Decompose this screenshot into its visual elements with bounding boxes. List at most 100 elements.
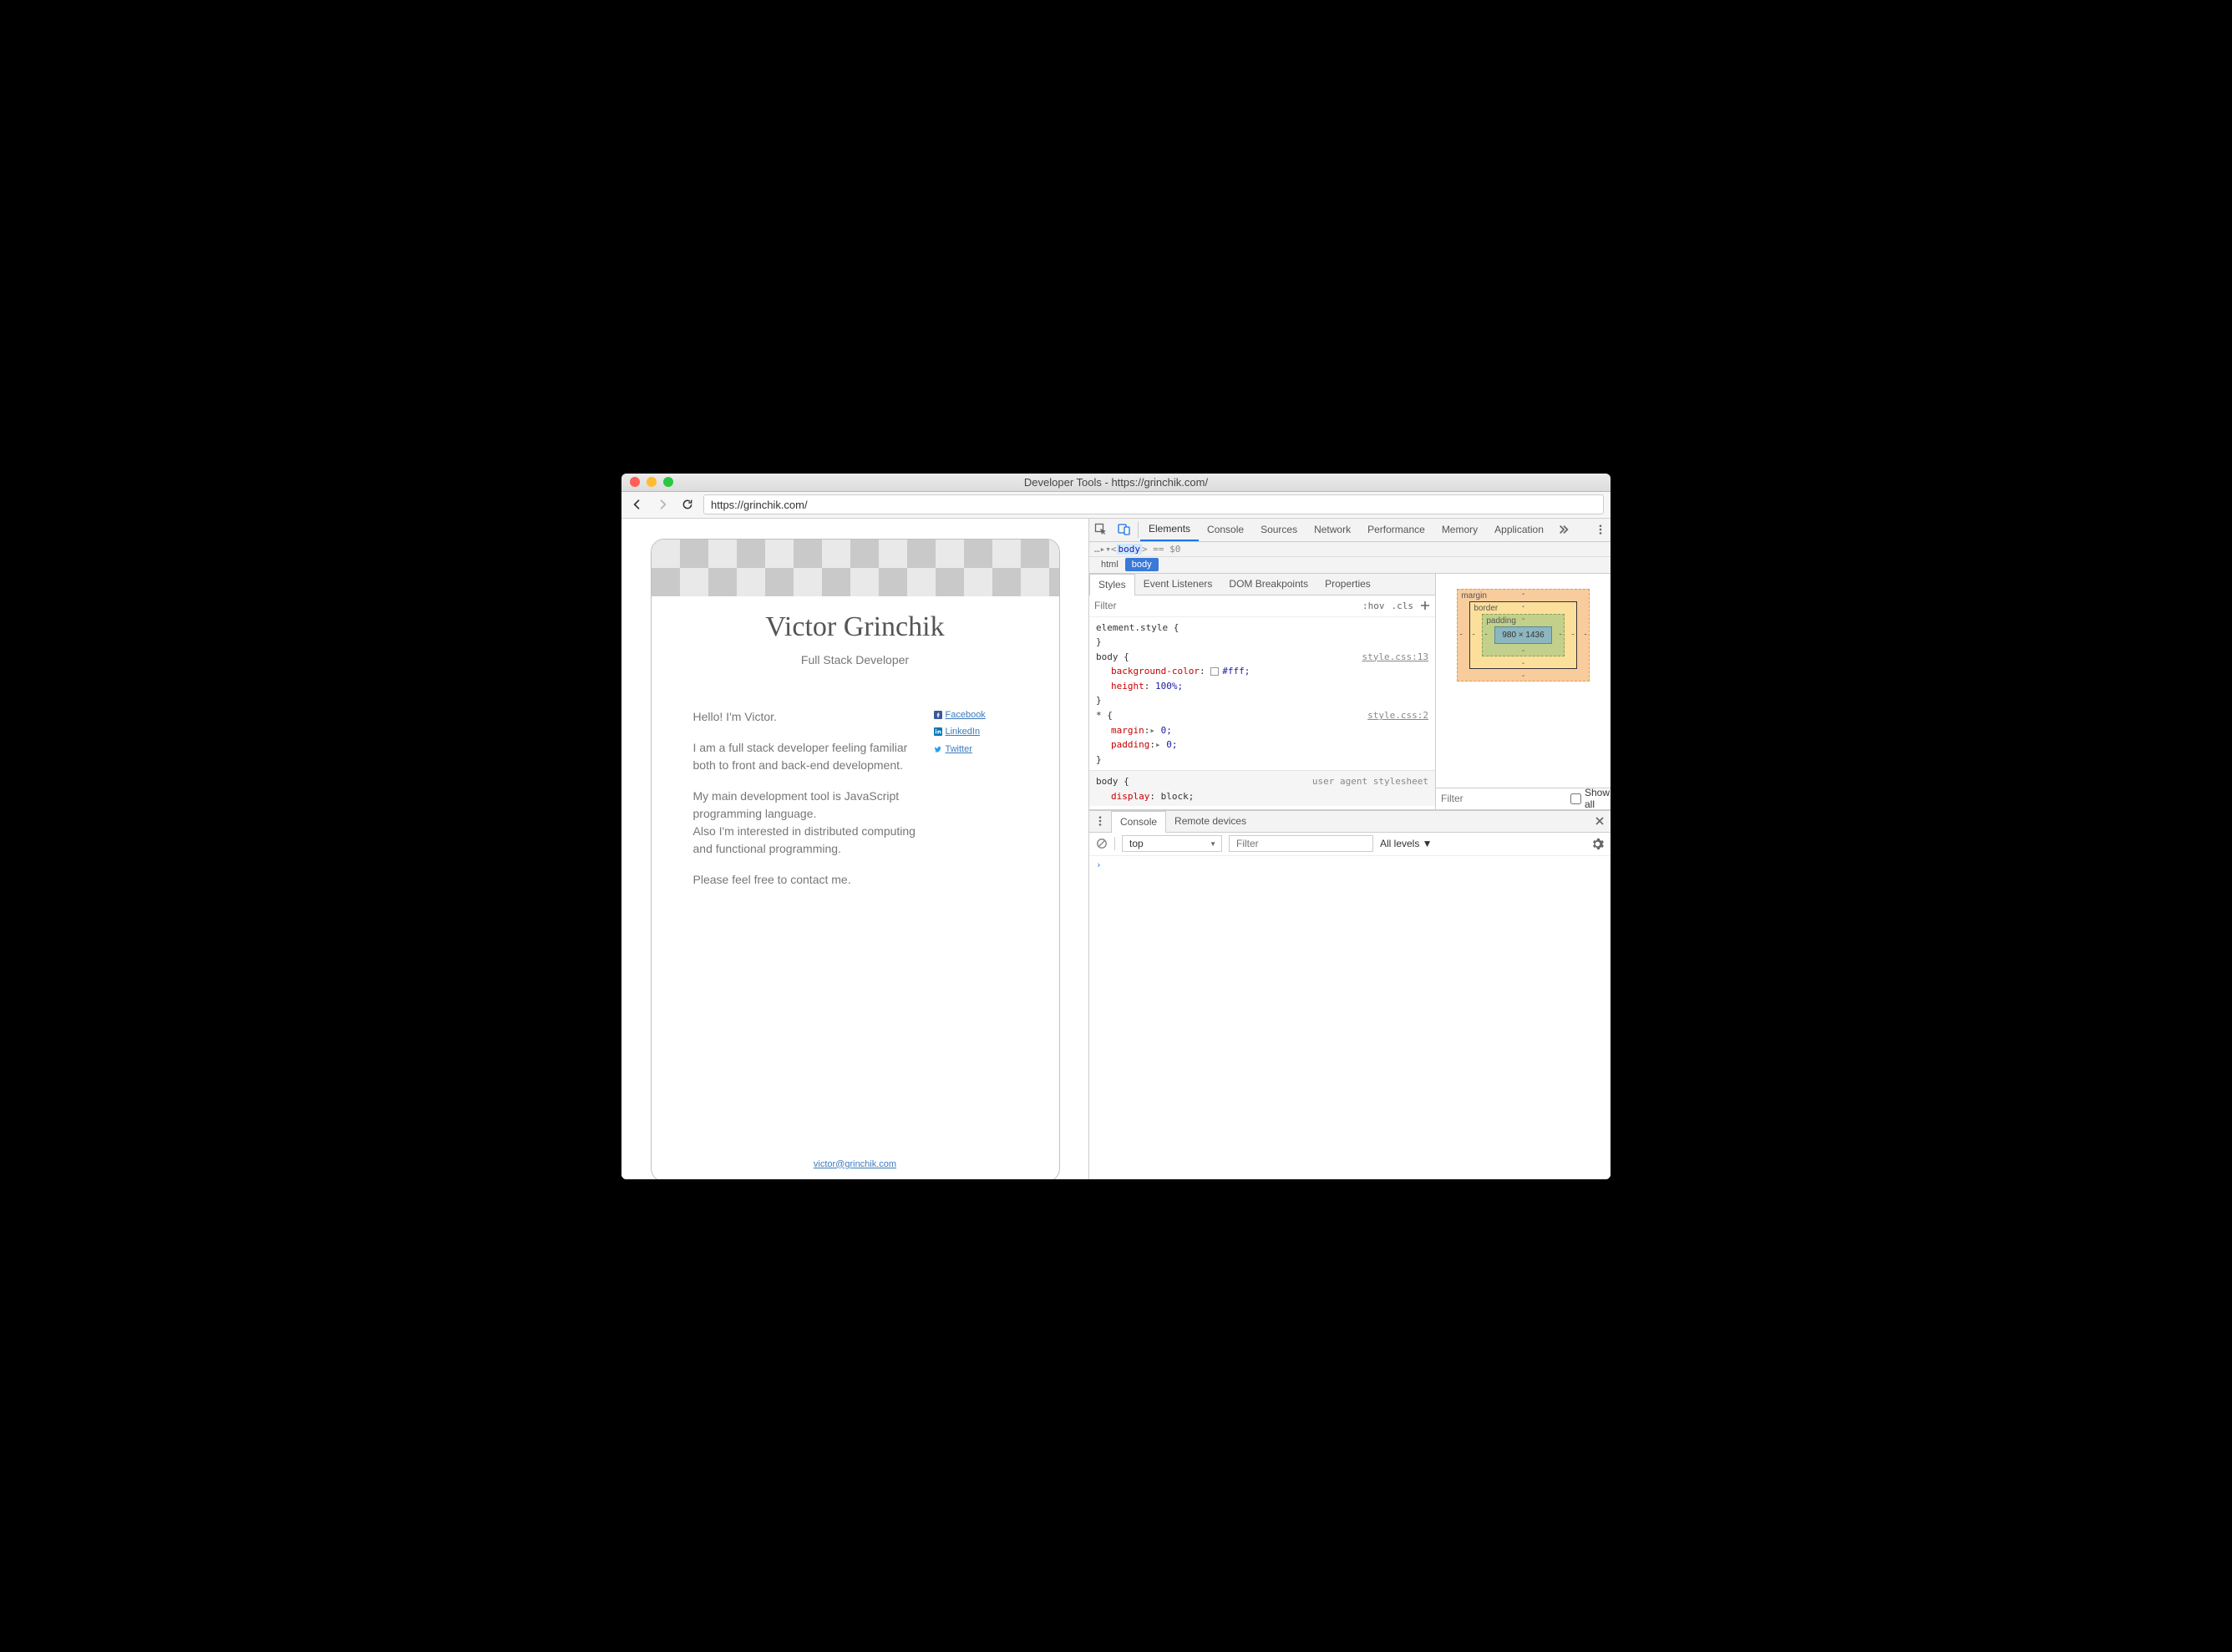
- page-footer: victor@grinchik.com: [652, 1148, 1059, 1179]
- drawer-tab-console[interactable]: Console: [1111, 811, 1166, 833]
- drawer-menu-button[interactable]: [1089, 811, 1111, 832]
- subtab-styles[interactable]: Styles: [1089, 574, 1135, 595]
- page-paragraph: Hello! I'm Victor.: [693, 708, 917, 726]
- css-property: height: [1111, 681, 1144, 692]
- subtab-properties[interactable]: Properties: [1316, 574, 1379, 595]
- dom-text: …▸▾<: [1094, 544, 1117, 555]
- console-levels-select[interactable]: All levels ▼: [1380, 838, 1433, 849]
- rule-source: user agent stylesheet: [1312, 774, 1428, 789]
- arrow-left-icon: [631, 498, 644, 511]
- show-all-checkbox[interactable]: [1570, 793, 1581, 804]
- dom-text: > == $0: [1142, 544, 1180, 555]
- box-model[interactable]: margin - - - - border - - - -: [1436, 574, 1611, 788]
- rule-selector: body {: [1096, 776, 1129, 787]
- tab-sources[interactable]: Sources: [1252, 519, 1306, 541]
- reload-button[interactable]: [678, 495, 697, 514]
- page-title: Victor Grinchik: [652, 611, 1059, 643]
- drawer-tabs: Console Remote devices: [1089, 811, 1611, 833]
- clear-icon: [1096, 838, 1108, 849]
- social-label: Facebook: [946, 708, 986, 722]
- rule-source[interactable]: style.css:13: [1362, 650, 1428, 665]
- devtools-main-tabs: Elements Console Sources Network Perform…: [1089, 519, 1611, 542]
- rule-selector: element.style {: [1096, 622, 1179, 633]
- drawer-tab-remote-devices[interactable]: Remote devices: [1166, 811, 1255, 832]
- back-button[interactable]: [628, 495, 647, 514]
- console-context-select[interactable]: top: [1122, 835, 1222, 852]
- more-tabs-button[interactable]: [1552, 519, 1575, 541]
- linkedin-icon: [934, 727, 942, 736]
- content-area: Victor Grinchik Full Stack Developer Hel…: [621, 519, 1611, 1179]
- tab-console[interactable]: Console: [1199, 519, 1252, 541]
- bm-value: -: [1522, 590, 1524, 599]
- twitter-link[interactable]: Twitter: [934, 742, 1017, 757]
- page-header-placeholder: [652, 540, 1059, 596]
- hov-toggle[interactable]: :hov: [1362, 600, 1385, 611]
- linkedin-link[interactable]: LinkedIn: [934, 725, 1017, 739]
- console-settings-button[interactable]: [1591, 838, 1604, 850]
- rule-source[interactable]: style.css:2: [1367, 708, 1428, 723]
- facebook-link[interactable]: Facebook: [934, 708, 1017, 722]
- email-link[interactable]: victor@grinchik.com: [814, 1159, 896, 1169]
- device-icon: [1118, 523, 1131, 536]
- css-property: background-color: [1111, 666, 1200, 677]
- separator: [1114, 837, 1115, 850]
- more-vertical-icon: [1595, 524, 1606, 535]
- page-body: Hello! I'm Victor. I am a full stack dev…: [652, 666, 1059, 902]
- url-bar[interactable]: https://grinchik.com/: [703, 494, 1604, 514]
- tab-elements[interactable]: Elements: [1140, 519, 1199, 541]
- breadcrumb-body[interactable]: body: [1125, 558, 1159, 571]
- console-body[interactable]: ›: [1089, 856, 1611, 1179]
- console-filter-input[interactable]: [1229, 835, 1373, 852]
- separator: [1138, 522, 1139, 538]
- css-rules[interactable]: element.style { } style.css:13 body { bac…: [1089, 617, 1435, 809]
- css-property: margin: [1111, 725, 1144, 736]
- computed-filter-input[interactable]: [1441, 793, 1570, 804]
- page-paragraph: I am a full stack developer feeling fami…: [693, 739, 917, 774]
- css-value: 100%;: [1155, 681, 1183, 692]
- new-style-rule-button[interactable]: [1420, 600, 1430, 611]
- arrow-right-icon: [656, 498, 669, 511]
- css-value: block;: [1161, 791, 1195, 802]
- minimize-window-button[interactable]: [647, 477, 657, 487]
- forward-button[interactable]: [653, 495, 672, 514]
- tab-network[interactable]: Network: [1306, 519, 1359, 541]
- tab-application[interactable]: Application: [1486, 519, 1552, 541]
- console-drawer: Console Remote devices top All levels ▼: [1089, 810, 1611, 1179]
- css-property: display: [1111, 791, 1149, 802]
- breadcrumb-html[interactable]: html: [1094, 558, 1125, 571]
- tab-memory[interactable]: Memory: [1433, 519, 1486, 541]
- traffic-lights: [621, 477, 673, 487]
- close-window-button[interactable]: [630, 477, 640, 487]
- box-model-border: border - - - - padding - - -: [1469, 601, 1576, 669]
- bm-label-margin: margin: [1461, 591, 1487, 600]
- rule-selector: * {: [1096, 710, 1113, 721]
- styles-filter-input[interactable]: [1094, 600, 1356, 611]
- devtools-window: Developer Tools - https://grinchik.com/ …: [621, 474, 1611, 1179]
- bm-value: -: [1522, 659, 1524, 668]
- facebook-icon: [934, 711, 942, 719]
- cls-toggle[interactable]: .cls: [1392, 600, 1414, 611]
- tab-performance[interactable]: Performance: [1359, 519, 1433, 541]
- styles-pane: Styles Event Listeners DOM Breakpoints P…: [1089, 574, 1435, 809]
- bm-value: -: [1522, 646, 1524, 656]
- subtab-event-listeners[interactable]: Event Listeners: [1135, 574, 1221, 595]
- zoom-window-button[interactable]: [663, 477, 673, 487]
- subtab-dom-breakpoints[interactable]: DOM Breakpoints: [1220, 574, 1316, 595]
- rule-brace: }: [1096, 754, 1102, 765]
- rule-brace: }: [1096, 695, 1102, 706]
- box-model-padding: padding - - - - 980 × 1436: [1482, 614, 1564, 656]
- device-toolbar-button[interactable]: [1113, 519, 1136, 541]
- console-toolbar: top All levels ▼: [1089, 833, 1611, 856]
- gear-icon: [1591, 838, 1604, 850]
- drawer-close-button[interactable]: [1589, 811, 1611, 832]
- clear-console-button[interactable]: [1096, 838, 1108, 849]
- show-all-toggle[interactable]: Show all: [1570, 787, 1610, 810]
- box-model-content: 980 × 1436: [1494, 626, 1551, 644]
- devtools-menu-button[interactable]: [1590, 519, 1611, 541]
- inspect-element-button[interactable]: [1089, 519, 1113, 541]
- bm-value: -: [1522, 615, 1524, 624]
- rendered-page: Victor Grinchik Full Stack Developer Hel…: [651, 539, 1060, 1179]
- color-swatch[interactable]: [1210, 667, 1219, 676]
- chevron-double-right-icon: [1558, 524, 1570, 535]
- dom-tree-selected-line[interactable]: …▸▾<body> == $0: [1089, 542, 1611, 557]
